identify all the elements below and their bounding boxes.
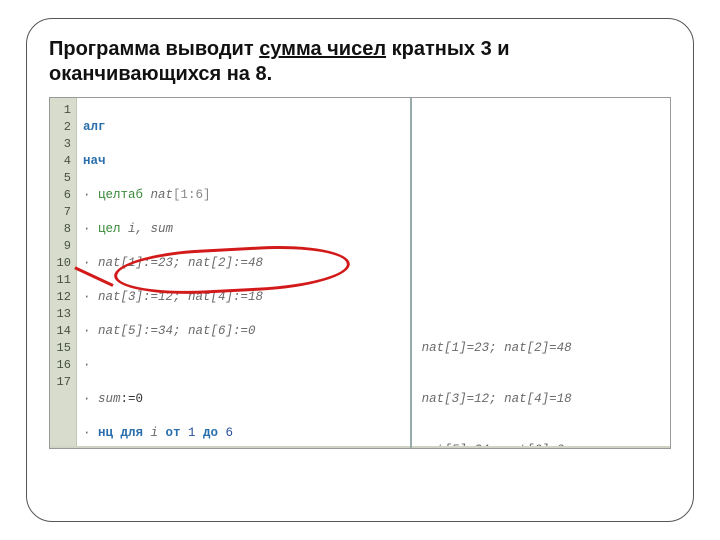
output-spacer	[422, 136, 664, 153]
indent-dot: ·	[83, 188, 98, 202]
num-1: 1	[188, 426, 196, 440]
line-number: 15	[50, 340, 76, 357]
type-celtab: целтаб	[98, 188, 151, 202]
slide: Программа выводит сумма чисел кратных 3 …	[0, 0, 720, 540]
code-line: нач	[83, 153, 406, 170]
index-range: [1:6]	[173, 188, 211, 202]
code-line: алг	[83, 119, 406, 136]
output-spacer	[422, 187, 664, 204]
code-line: · nat[1]:=23; nat[2]:=48	[83, 255, 406, 272]
line-number: 12	[50, 289, 76, 306]
indent-dot: ·	[83, 358, 91, 372]
output-spacer	[422, 289, 664, 306]
code-panels: 1 2 3 4 5 6 7 8 9 10 11 12 13 14 15 16 1	[49, 97, 671, 449]
output-spacer	[422, 238, 664, 255]
var-decl: i, sum	[128, 222, 173, 236]
output-line: nat[1]=23; nat[2]=48	[422, 340, 664, 357]
pane-footer-border	[50, 446, 410, 448]
line-number: 7	[50, 204, 76, 221]
line-number: 11	[50, 272, 76, 289]
var-nat: nat	[150, 188, 173, 202]
kw-ot: от	[158, 426, 188, 440]
output-line: nat[3]=12; nat[4]=18	[422, 391, 664, 408]
indent-dot: ·	[83, 392, 98, 406]
line-number: 8	[50, 221, 76, 238]
indent-dot: ·	[83, 290, 98, 304]
code-line: · nat[5]:=34; nat[6]:=0	[83, 323, 406, 340]
title-part1: Программа выводит	[49, 38, 259, 60]
line-number: 14	[50, 323, 76, 340]
assign-zero: :=0	[120, 392, 143, 406]
line-number-gutter: 1 2 3 4 5 6 7 8 9 10 11 12 13 14 15 16 1	[50, 98, 77, 448]
code-line: · цел i, sum	[83, 221, 406, 238]
slide-frame: Программа выводит сумма чисел кратных 3 …	[26, 18, 694, 522]
code-line: · nat[3]:=12; nat[4]:=18	[83, 289, 406, 306]
line-number: 6	[50, 187, 76, 204]
line-number: 5	[50, 170, 76, 187]
type-cel: цел	[98, 222, 128, 236]
indent-dot: ·	[83, 426, 98, 440]
kw-do: до	[196, 426, 226, 440]
num-6: 6	[226, 426, 234, 440]
code-area: алг нач · целтаб nat[1:6] · цел i, sum ·…	[77, 98, 410, 448]
kw-nc-dlya: нц для	[98, 426, 151, 440]
line-number: 4	[50, 153, 76, 170]
line-number: 3	[50, 136, 76, 153]
code-line: · нц для i от 1 до 6	[83, 425, 406, 442]
code-line: · sum:=0	[83, 391, 406, 408]
indent-dot: ·	[83, 256, 98, 270]
line-number: 16	[50, 357, 76, 374]
kw-begin: нач	[83, 154, 106, 168]
kw-alg: алг	[83, 120, 106, 134]
line-number: 10	[50, 255, 76, 272]
line-number: 13	[50, 306, 76, 323]
line-number: 1	[50, 102, 76, 119]
code-line: ·	[83, 357, 406, 374]
line-number: 2	[50, 119, 76, 136]
var-sum: sum	[98, 392, 121, 406]
code-line: · целтаб nat[1:6]	[83, 187, 406, 204]
assign-line: nat[3]:=12; nat[4]:=18	[98, 290, 263, 304]
code-editor-pane: 1 2 3 4 5 6 7 8 9 10 11 12 13 14 15 16 1	[50, 98, 412, 448]
indent-dot: ·	[83, 222, 98, 236]
assign-line: nat[5]:=34; nat[6]:=0	[98, 324, 256, 338]
pane-footer-border	[412, 446, 670, 448]
slide-title: Программа выводит сумма чисел кратных 3 …	[49, 37, 671, 87]
line-number: 9	[50, 238, 76, 255]
var-i: i	[150, 426, 158, 440]
line-number: 17	[50, 374, 76, 391]
indent-dot: ·	[83, 324, 98, 338]
title-underlined: сумма чисел	[259, 38, 386, 60]
assign-line: nat[1]:=23; nat[2]:=48	[98, 256, 263, 270]
output-run-pane: nat[1]=23; nat[2]=48 nat[3]=12; nat[4]=1…	[412, 98, 670, 448]
